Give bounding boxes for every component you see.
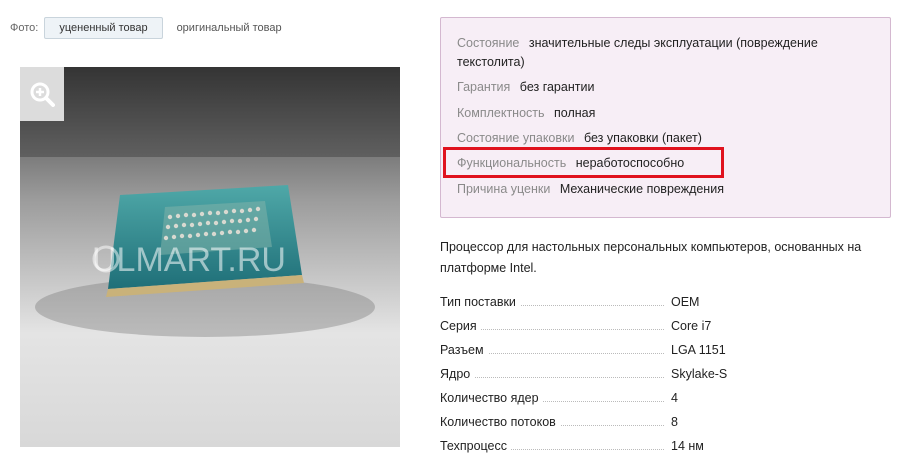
spec-value: Skylake-S — [671, 367, 728, 381]
photo-bar: Фото: уцененный товар оригинальный товар — [10, 17, 282, 39]
condition-row-state-cont: текстолита) — [457, 53, 525, 72]
zoom-button[interactable] — [20, 67, 64, 121]
condition-value: текстолита) — [457, 55, 525, 69]
spec-row: Техпроцесс 14 нм — [440, 434, 890, 458]
condition-key: Состояние упаковки — [457, 131, 575, 145]
condition-row-completeness: Комплектность полная — [457, 104, 595, 123]
condition-key: Состояние — [457, 36, 520, 50]
spec-value: 14 нм — [671, 439, 704, 453]
spec-key: Ядро — [440, 362, 475, 386]
product-photo[interactable]: ULMART.RU — [20, 67, 400, 447]
photo-label: Фото: — [10, 22, 39, 34]
spec-key: Серия — [440, 314, 481, 338]
condition-key: Комплектность — [457, 106, 545, 120]
spec-row: Количество ядер 4 — [440, 386, 890, 410]
spec-value: OEM — [671, 295, 700, 309]
tab-discounted-product[interactable]: уцененный товар — [44, 17, 163, 39]
spec-row: Количество потоков 8 — [440, 410, 890, 434]
spec-key: Количество потоков — [440, 410, 560, 434]
spec-row: Серия Core i7 — [440, 314, 890, 338]
spec-key: Тип поставки — [440, 290, 520, 314]
condition-key: Гарантия — [457, 80, 511, 94]
condition-value: полная — [554, 106, 596, 120]
spec-value: 4 — [671, 391, 678, 405]
zoom-in-icon — [30, 82, 55, 107]
highlight-annotation — [443, 147, 724, 178]
condition-row-reason: Причина уценки Механические повреждения — [457, 180, 724, 199]
condition-key: Причина уценки — [457, 182, 551, 196]
condition-row-packaging: Состояние упаковки без упаковки (пакет) — [457, 129, 702, 148]
condition-value: значительные следы эксплуатации (поврежд… — [528, 36, 818, 50]
condition-row-warranty: Гарантия без гарантии — [457, 78, 594, 97]
condition-value: без гарантии — [519, 80, 595, 94]
spec-row: Тип поставки OEM — [440, 290, 890, 314]
spec-value: Core i7 — [671, 319, 712, 333]
watermark-text: ULMART.RU — [92, 241, 286, 279]
cpu-photo-illustration: ULMART.RU — [20, 67, 400, 447]
spec-value: 8 — [671, 415, 678, 429]
spec-key: Количество ядер — [440, 386, 543, 410]
spec-key: Техпроцесс — [440, 434, 512, 458]
tab-original-product[interactable]: оригинальный товар — [175, 18, 282, 38]
spec-row: Ядро Skylake-S — [440, 362, 890, 386]
spec-value: LGA 1151 — [671, 343, 726, 357]
condition-value: Механические повреждения — [559, 182, 724, 196]
condition-panel: Состояние значительные следы эксплуатаци… — [440, 17, 891, 218]
product-description: Процессор для настольных персональных ко… — [440, 240, 862, 275]
spec-key: Разъем — [440, 338, 488, 362]
condition-row-state: Состояние значительные следы эксплуатаци… — [457, 34, 818, 53]
condition-value: без упаковки (пакет) — [583, 131, 702, 145]
spec-row: Разъем LGA 1151 — [440, 338, 890, 362]
specs-table: Тип поставки OEM Серия Core i7 Разъем LG… — [440, 290, 890, 458]
